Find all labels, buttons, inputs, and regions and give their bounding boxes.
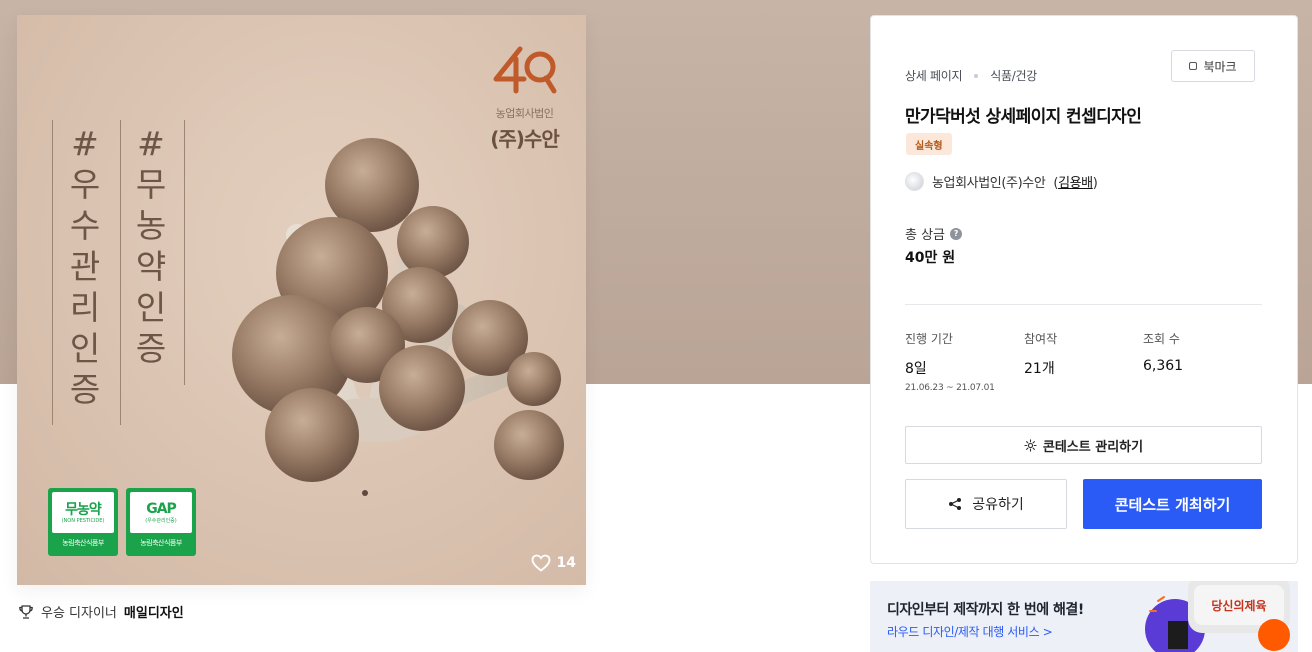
product-image[interactable]: 농업회사법인 (주)수안 # 우 수 관 리 인 증 # 무 농 약 인 증 무… <box>17 15 586 585</box>
grade-badge: 실속형 <box>906 133 952 155</box>
cert-badge-gap: GAP (우수관리인증) 농림축산식품부 <box>126 488 196 556</box>
prize-label-text: 총 상금 <box>905 228 946 243</box>
host-contest-label: 콘테스트 개최하기 <box>1114 495 1231 514</box>
organizer: 농업회사법인(주)수안 (김용배) <box>905 172 1098 191</box>
prize-label: 총 상금 ? <box>905 224 963 243</box>
cert-issuer: 농림축산식품부 <box>62 539 104 547</box>
stat-views: 조회 수 6,361 <box>1143 330 1183 374</box>
cert-title: GAP <box>146 501 177 517</box>
breadcrumb-subcategory[interactable]: 식품/건강 <box>990 67 1037 84</box>
hashtag-char: 증 <box>135 329 167 368</box>
stat-label: 참여작 <box>1024 332 1058 346</box>
hashtag-char: 수 <box>69 206 101 245</box>
hashtag-char: # <box>137 124 165 163</box>
stat-value: 21개 <box>1024 361 1055 377</box>
organizer-name: 농업회사법인(주)수안 <box>932 176 1046 191</box>
stat-entries: 참여작 21개 <box>1024 330 1057 378</box>
prize-value: 40만 원 <box>905 250 956 266</box>
bookmark-label: 북마크 <box>1203 59 1237 74</box>
host-contest-button[interactable]: 콘테스트 개최하기 <box>1083 479 1262 529</box>
promo-sticker-text: 당신의제육 <box>1211 598 1266 613</box>
breadcrumb-separator <box>974 73 979 78</box>
avatar <box>905 172 924 191</box>
promo-banner[interactable]: 디자인부터 제작까지 한 번에 해결! 라우드 디자인/제작 대행 서비스 > … <box>870 581 1298 652</box>
organizer-person-link[interactable]: 김용배 <box>1058 176 1093 191</box>
stat-label: 진행 기간 <box>905 332 953 346</box>
hashtag-char: 무 <box>135 165 167 204</box>
hashtag-char: 농 <box>135 206 167 245</box>
share-label: 공유하기 <box>972 497 1024 513</box>
divider-line <box>120 120 121 425</box>
promo-link[interactable]: 라우드 디자인/제작 대행 서비스 > <box>887 623 1053 640</box>
gear-icon <box>1024 438 1037 452</box>
hashtag-char: # <box>71 124 99 163</box>
stat-date-range: 21.06.23 ~ 21.07.01 <box>905 383 995 393</box>
breadcrumb: 상세 페이지 식품/건강 <box>905 67 1037 84</box>
hashtag-char: 관 <box>69 247 101 286</box>
help-icon[interactable]: ? <box>950 227 963 240</box>
manage-contest-label: 콘테스트 관리하기 <box>1042 439 1144 455</box>
hashtag-char: 리 <box>69 288 101 327</box>
stat-value: 8일 <box>905 361 927 377</box>
mushroom-illustration <box>232 138 564 496</box>
winner-name[interactable]: 매일디자인 <box>124 602 184 621</box>
trophy-icon <box>19 604 33 619</box>
cert-title: 무농약 <box>65 501 102 518</box>
like-count: 14 <box>556 555 576 571</box>
divider <box>905 304 1262 305</box>
like-button[interactable]: 14 <box>531 554 576 572</box>
hashtag-quality-cert: # 우 수 관 리 인 증 <box>65 123 105 410</box>
cert-issuer: 농림축산식품부 <box>140 539 182 547</box>
bookmark-icon <box>1189 62 1198 70</box>
winner-label: 우승 디자이너 <box>41 606 117 621</box>
stat-period: 진행 기간 8일 21.06.23 ~ 21.07.01 <box>905 330 995 393</box>
hashtag-char: 인 <box>69 329 101 368</box>
hashtag-char: 증 <box>69 370 101 409</box>
brand-mark-icon <box>493 46 556 94</box>
winner-info: 우승 디자이너 매일디자인 <box>18 602 184 621</box>
share-icon <box>949 498 962 510</box>
hashtag-char: 약 <box>135 247 167 286</box>
cert-subtitle: (NON PESTICIDE) <box>61 517 105 524</box>
hashtag-char: 우 <box>69 165 101 204</box>
share-button[interactable]: 공유하기 <box>905 479 1067 529</box>
stat-label: 조회 수 <box>1143 332 1180 346</box>
bookmark-button[interactable]: 북마크 <box>1171 50 1255 82</box>
promo-title: 디자인부터 제작까지 한 번에 해결! <box>887 602 1084 618</box>
breadcrumb-category[interactable]: 상세 페이지 <box>905 67 963 84</box>
stat-value: 6,361 <box>1143 358 1184 374</box>
cert-subtitle: (우수관리인증) <box>145 518 177 524</box>
hashtag-char: 인 <box>135 288 167 327</box>
cert-badge-pesticide-free: 무농약 (NON PESTICIDE) 농림축산식품부 <box>48 488 118 556</box>
heart-icon <box>531 554 550 572</box>
hashtag-pesticide-free: # 무 농 약 인 증 <box>131 123 171 369</box>
divider-line <box>52 120 53 425</box>
promo-illustration: 당신의제육 <box>1145 581 1290 652</box>
manage-contest-button[interactable]: 콘테스트 관리하기 <box>905 426 1262 464</box>
contest-info-card: 상세 페이지 식품/건강 북마크 만가닥버섯 상세페이지 컨셉디자인 실속형 농… <box>870 15 1298 564</box>
contest-title: 만가닥버섯 상세페이지 컨셉디자인 <box>905 107 1142 127</box>
